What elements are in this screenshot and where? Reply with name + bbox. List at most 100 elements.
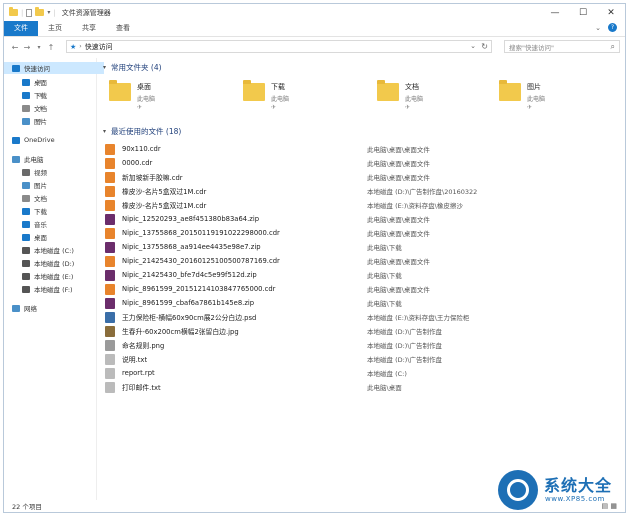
maximize-button[interactable]: ☐ — [569, 4, 597, 21]
expand-ribbon-chevron-icon[interactable]: ⌄ — [595, 24, 601, 32]
file-name: 0000.cdr — [122, 159, 153, 167]
file-location: 本地磁盘 (E:)\资料存盘\王力保险柜 — [367, 314, 470, 322]
frequent-folders-header[interactable]: ▾ 常用文件夹 (4) — [103, 62, 162, 73]
forward-arrow-icon[interactable]: → — [21, 43, 33, 52]
sidebar-item[interactable]: 桌面 — [4, 231, 47, 243]
file-type-icon — [105, 353, 115, 365]
navigation-bar: ← → ▾ ↑ ★ › 快速访问 ⌄ ↻ 搜索"快速访问" ⌕ — [4, 37, 625, 57]
file-name: Nipic_13755868_20150119191022298000.cdr — [122, 229, 280, 237]
file-type-icon — [105, 157, 115, 169]
file-location: 本地磁盘 (D:)\广告制作盘 — [367, 356, 443, 364]
drive-icon — [22, 259, 30, 267]
separator: | — [53, 8, 56, 17]
file-row[interactable]: 90x110.cdr 此电脑\桌面\桌面文件 — [105, 142, 625, 156]
sidebar-item[interactable]: 文档 ✈ — [4, 102, 47, 114]
file-type-icon — [105, 297, 115, 309]
sidebar-item[interactable]: 本地磁盘 (E:) — [4, 270, 73, 282]
folder-tile[interactable]: 桌面 此电脑 ✈ — [109, 78, 229, 111]
sidebar-item[interactable]: 视频 — [4, 166, 47, 178]
file-row[interactable]: 0000.cdr 此电脑\桌面\桌面文件 — [105, 156, 625, 170]
minimize-button[interactable]: — — [541, 4, 569, 21]
file-row[interactable]: Nipic_8961599_cbaf6a7861b145e8.zip 此电脑\下载 — [105, 296, 625, 310]
file-row[interactable]: 王力保险柜-横幅60x90cm展2公分白边.psd 本地磁盘 (E:)\资料存盘\… — [105, 310, 625, 324]
tab-file[interactable]: 文件 — [4, 21, 38, 36]
collapse-chevron-icon[interactable]: ▾ — [103, 128, 106, 135]
content-pane: ▾ 常用文件夹 (4) 桌面 此电脑 ✈ 下载 此电脑 ✈ 文档 此电脑 ✈ 图片 此电脑 ✈ ▾ 最… — [97, 58, 625, 500]
file-row[interactable]: 生春升-60x200cm横幅2张留白边.jpg 本地磁盘 (D:)\广告制作盘 — [105, 324, 625, 338]
close-button[interactable]: ✕ — [597, 4, 625, 21]
search-icon[interactable]: ⌕ — [611, 42, 615, 52]
sidebar-item[interactable]: 本地磁盘 (C:) — [4, 244, 74, 256]
file-row[interactable]: 说明.txt 本地磁盘 (D:)\广告制作盘 — [105, 352, 625, 366]
sidebar-item[interactable]: 桌面 ✈ — [4, 76, 47, 88]
file-name: 90x110.cdr — [122, 145, 161, 153]
search-input[interactable]: 搜索"快速访问" — [509, 42, 554, 52]
address-bar[interactable]: ★ › 快速访问 ⌄ ↻ — [66, 40, 492, 53]
file-name: 橡皮沙-名片5盒双过1M.cdr — [122, 188, 207, 196]
back-arrow-icon[interactable]: ← — [9, 43, 21, 52]
sidebar-item[interactable]: OneDrive — [4, 134, 55, 146]
address-dropdown-icon[interactable]: ⌄ — [470, 42, 476, 50]
tab-view[interactable]: 查看 — [106, 21, 140, 36]
tab-share[interactable]: 共享 — [72, 21, 106, 36]
folder-tile[interactable]: 文档 此电脑 ✈ — [377, 78, 497, 111]
ribbon-tabs: 文件 主页 共享 查看 ⌄ ? — [4, 21, 625, 37]
file-row[interactable]: 橡皮沙-名片5盒双过1M.cdr 本地磁盘 (D:)\广告制作盘\20160322 — [105, 184, 625, 198]
watermark-url: www.XP85.com — [545, 495, 605, 503]
recent-files-header[interactable]: ▾ 最近使用的文件 (18) — [103, 126, 181, 137]
sidebar-item[interactable]: 图片 ✈ — [4, 115, 47, 127]
file-row[interactable]: Nipic_13755868_aa914ee4435e98e7.zip 此电脑\下… — [105, 240, 625, 254]
file-row[interactable]: 新加坡新手胶嘛.cdr 此电脑\桌面\桌面文件 — [105, 170, 625, 184]
file-row[interactable]: report.rpt 本地磁盘 (C:) — [105, 366, 625, 380]
customize-toolbar-chevron-icon[interactable]: ▾ — [47, 9, 50, 16]
help-icon[interactable]: ? — [608, 23, 617, 32]
sidebar-item[interactable]: 图片 — [4, 179, 47, 191]
collapse-chevron-icon[interactable]: ▾ — [103, 64, 106, 71]
sidebar-item[interactable]: 下载 — [4, 205, 47, 217]
file-location: 此电脑\下载 — [367, 244, 402, 252]
tab-home[interactable]: 主页 — [38, 21, 72, 36]
sidebar-item[interactable]: 音乐 — [4, 218, 47, 230]
sidebar-item[interactable]: 本地磁盘 (F:) — [4, 283, 73, 295]
desktop-folder-icon — [109, 80, 131, 101]
file-name: 生春升-60x200cm横幅2张留白边.jpg — [122, 328, 239, 336]
breadcrumb-quick-access[interactable]: 快速访问 — [85, 42, 113, 52]
file-row[interactable]: Nipic_13755868_20150119191022298000.cdr 此… — [105, 226, 625, 240]
file-type-icon — [105, 339, 115, 351]
file-type-icon — [105, 367, 115, 379]
file-row[interactable]: 命名规则.png 本地磁盘 (D:)\广告制作盘 — [105, 338, 625, 352]
file-row[interactable]: Nipic_8961599_20151214103847765000.cdr 此电… — [105, 282, 625, 296]
properties-icon[interactable] — [26, 8, 33, 17]
sidebar-item[interactable]: 快速访问 — [4, 62, 104, 74]
file-row[interactable]: 橡皮沙-名片5盒双过1M.cdr 本地磁盘 (E:)\资料存盘\橡皮擦沙 — [105, 198, 625, 212]
sidebar-item[interactable]: 网络 — [4, 302, 37, 314]
file-name: Nipic_13755868_aa914ee4435e98e7.zip — [122, 243, 261, 251]
file-row[interactable]: Nipic_21425430_20160125100500787169.cdr 此… — [105, 254, 625, 268]
refresh-icon[interactable]: ↻ — [481, 42, 488, 51]
drive-icon — [22, 285, 30, 293]
sidebar-item[interactable]: 文档 — [4, 192, 47, 204]
pin-icon: ✈ — [527, 104, 533, 111]
sidebar-item[interactable]: 下载 ✈ — [4, 89, 47, 101]
file-type-icon — [105, 241, 115, 253]
folder-location: 此电脑 — [137, 96, 156, 103]
folder-tile[interactable]: 下载 此电脑 ✈ — [243, 78, 363, 111]
recent-locations-chevron-icon[interactable]: ▾ — [33, 44, 45, 51]
pin-icon: ✈ — [37, 91, 43, 99]
file-row[interactable]: Nipic_21425430_bfe7d4c5e99f512d.zip 此电脑\下… — [105, 268, 625, 282]
file-row[interactable]: Nipic_12520293_ae8f451380b83a64.zip 此电脑\桌… — [105, 212, 625, 226]
logo-emblem-icon — [498, 470, 538, 510]
folder-tile[interactable]: 图片 此电脑 ✈ — [499, 78, 619, 111]
sidebar-item[interactable]: 此电脑 — [4, 153, 44, 165]
search-box[interactable]: 搜索"快速访问" ⌕ — [504, 40, 620, 53]
sidebar-item-label: OneDrive — [24, 136, 55, 144]
up-arrow-icon[interactable]: ↑ — [45, 43, 57, 52]
folder-location: 此电脑 — [527, 96, 546, 103]
sidebar-item[interactable]: 本地磁盘 (D:) — [4, 257, 74, 269]
file-location: 此电脑\下载 — [367, 272, 402, 280]
breadcrumb-separator-icon[interactable]: › — [79, 43, 81, 50]
file-row[interactable]: 打印邮件.txt 此电脑\桌面 — [105, 380, 625, 394]
new-folder-icon[interactable] — [35, 7, 45, 16]
video-icon — [22, 168, 30, 176]
watermark-title: 系统大全 — [544, 476, 613, 495]
